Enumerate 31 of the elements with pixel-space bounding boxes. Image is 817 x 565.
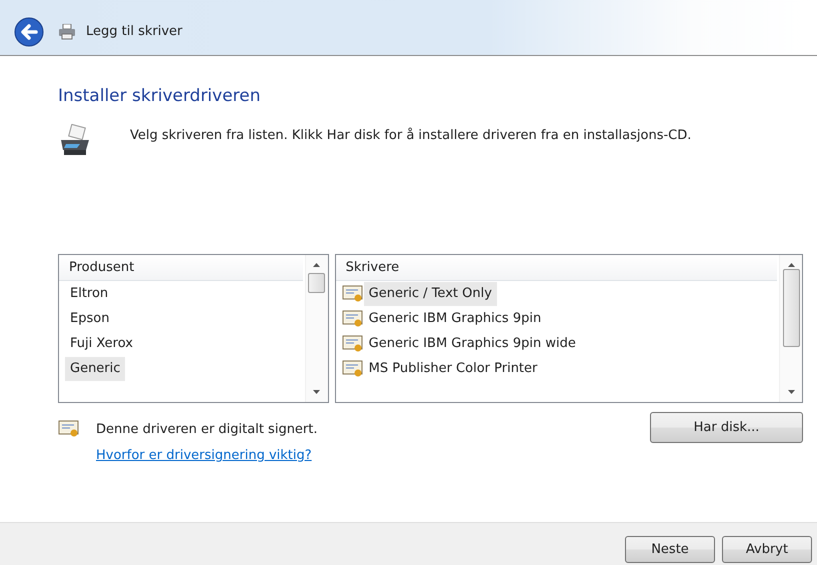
page-heading: Installer skriverdriveren	[58, 86, 262, 106]
signed-note: Denne driveren er digitalt signert.	[96, 422, 318, 436]
scrollbar[interactable]	[304, 255, 328, 402]
manufacturer-item[interactable]: Fuji Xerox	[65, 332, 138, 356]
dialog-button[interactable]: Neste	[625, 536, 715, 563]
dialog-button[interactable]: Avbryt	[722, 536, 812, 563]
printer-icon	[58, 24, 76, 40]
certificate-icon	[342, 310, 364, 328]
certificate-icon	[342, 284, 364, 302]
manufacturer-item[interactable]: Epson	[65, 306, 114, 330]
driver-signing-link[interactable]: Hvorfor er driversignering viktig?	[96, 448, 318, 463]
window-title: Legg til skriver	[86, 24, 182, 39]
certificate-icon	[342, 360, 364, 378]
scrollbar[interactable]	[779, 255, 802, 402]
scrollbar-thumb[interactable]	[782, 269, 800, 347]
scroll-up-icon[interactable]	[788, 263, 794, 267]
manufacturer-item[interactable]: Generic	[65, 356, 126, 380]
scroll-up-icon[interactable]	[313, 263, 320, 267]
scrollbar-thumb[interactable]	[308, 273, 326, 293]
manufacturer-item[interactable]: Eltron	[65, 282, 114, 306]
printer-item[interactable]: Generic IBM Graphics 9pin	[364, 306, 546, 330]
certificate-icon	[58, 420, 80, 438]
certificate-icon	[342, 334, 364, 352]
scroll-down-icon[interactable]	[788, 390, 794, 394]
printer-item[interactable]: MS Publisher Color Printer	[364, 356, 542, 380]
have-disk-button[interactable]: Har disk...	[650, 412, 803, 443]
scroll-down-icon[interactable]	[313, 390, 320, 394]
printer-icon	[58, 124, 92, 158]
instruction-text: Velg skriveren fra listen. Klikk Har disk for å installere driveren fra en installasjons-CD.	[130, 126, 692, 143]
printer-item[interactable]: Generic / Text Only	[364, 282, 497, 306]
printer-item[interactable]: Generic IBM Graphics 9pin wide	[364, 332, 581, 356]
